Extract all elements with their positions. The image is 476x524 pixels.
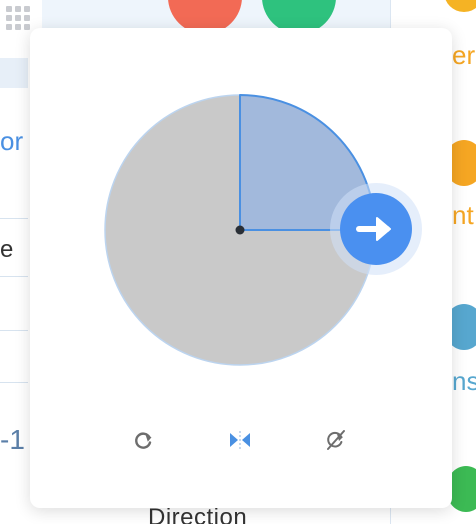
background-cell-text: -1 — [0, 424, 25, 455]
background-cell-text: nt — [452, 200, 474, 230]
app-background: or e -1 er nt ns Direction — [0, 0, 476, 524]
no-direction-icon — [327, 430, 345, 450]
direction-handle[interactable] — [340, 193, 412, 265]
background-cell-text: er — [452, 40, 476, 70]
direction-dial[interactable] — [30, 28, 452, 428]
direction-popup — [30, 28, 452, 508]
background-divider — [0, 276, 28, 277]
direction-toolbar — [30, 424, 452, 456]
background-table-header — [0, 58, 28, 88]
rotate-button[interactable] — [130, 426, 158, 454]
background-cell-text: e — [0, 236, 14, 263]
no-direction-button[interactable] — [322, 426, 350, 454]
flip-horizontal-button[interactable] — [226, 426, 254, 454]
flip-horizontal-icon — [230, 431, 250, 449]
app-grid-icon[interactable] — [6, 6, 30, 30]
background-avatar — [444, 0, 476, 12]
rotate-icon — [135, 432, 152, 449]
background-divider — [0, 382, 28, 383]
background-cell-text: ns — [452, 366, 476, 396]
dial-center-point — [235, 225, 245, 235]
background-divider — [0, 218, 28, 219]
background-link-text[interactable]: or — [0, 126, 23, 157]
background-divider — [0, 330, 28, 331]
